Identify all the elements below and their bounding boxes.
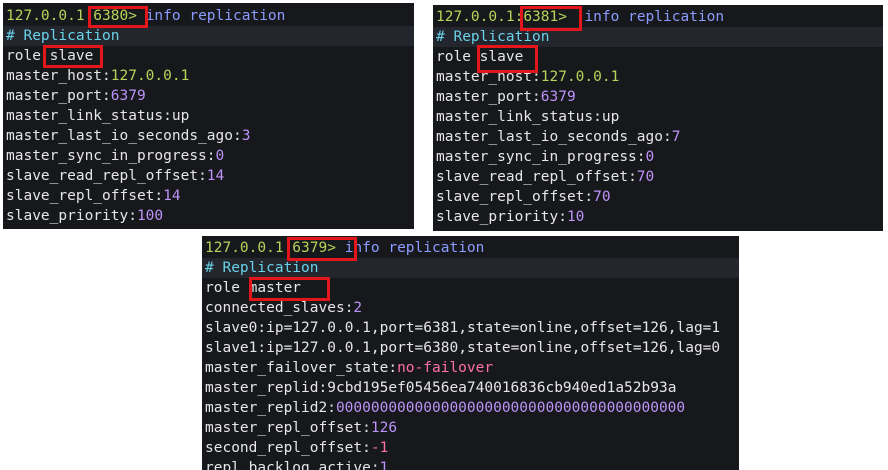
row-slave-read-repl-offset: slave_read_repl_offset:70: [436, 169, 655, 185]
prompt-host: 127.0.0.1: [6, 8, 85, 24]
row-master-link-status: master_link_status:up: [6, 108, 190, 124]
command-text: info replication: [145, 8, 286, 24]
row-slave1: slave1:ip=127.0.0.1,port=6380,state=onli…: [205, 340, 721, 356]
row-slave-read-repl-offset: slave_read_repl_offset:14: [6, 168, 225, 184]
prompt-host: 127.0.0.1: [205, 240, 284, 256]
row-master-port: master_port:6379: [436, 89, 576, 105]
row-replid: master_replid:9cbd195ef05456ea740016836c…: [205, 380, 677, 396]
row-slave-priority: slave_priority:10: [436, 209, 585, 225]
command-text: info replication: [344, 240, 485, 256]
section-header: # Replication: [433, 27, 883, 47]
row-slave0: slave0:ip=127.0.0.1,port=6381,state=onli…: [205, 320, 721, 336]
row-master-port: master_port:6379: [6, 88, 146, 104]
row-slave-priority: slave_priority:100: [6, 208, 164, 224]
row-master-host: master_host:127.0.0.1: [6, 68, 190, 84]
row-second-offset: second_repl_offset:-1: [205, 440, 389, 456]
highlight-box-role: [477, 45, 538, 73]
highlight-box-port: [520, 6, 582, 31]
row-slave-repl-offset: slave_repl_offset:14: [6, 188, 181, 204]
highlight-box-role: [249, 277, 330, 301]
terminal-panel-master-6379[interactable]: 127.0.0.1:6379> info replication # Repli…: [202, 236, 739, 470]
terminal-panel-slave-6381[interactable]: 127.0.0.1:6381> info replication # Repli…: [433, 5, 883, 231]
row-slave-repl-offset: slave_repl_offset:70: [436, 189, 611, 205]
row-connected-slaves: connected_slaves:2: [205, 300, 363, 316]
row-master-last-io-seconds-ago: master_last_io_seconds_ago:3: [6, 128, 251, 144]
row-master-sync-in-progress: master_sync_in_progress:0: [6, 148, 225, 164]
highlight-box-role: [43, 45, 103, 68]
command-text: info replication: [584, 9, 725, 25]
row-repl-offset: master_repl_offset:126: [205, 420, 398, 436]
row-replid2: master_replid2:0000000000000000000000000…: [205, 400, 686, 416]
row-master-last-io-seconds-ago: master_last_io_seconds_ago:7: [436, 129, 681, 145]
row-master-link-status: master_link_status:up: [436, 109, 620, 125]
section-header: # Replication: [3, 26, 414, 46]
section-header: # Replication: [202, 258, 739, 278]
prompt-host: 127.0.0.1: [436, 9, 515, 25]
highlight-box-port: [88, 6, 148, 28]
row-master-sync-in-progress: master_sync_in_progress:0: [436, 149, 655, 165]
highlight-box-port: [287, 237, 357, 261]
terminal-panel-slave-6380[interactable]: 127.0.0.1:6380> info replication # Repli…: [3, 3, 414, 229]
row-backlog-active: repl_backlog_active:1: [205, 460, 389, 470]
row-failover-state: master_failover_state:no-failover: [205, 360, 494, 376]
